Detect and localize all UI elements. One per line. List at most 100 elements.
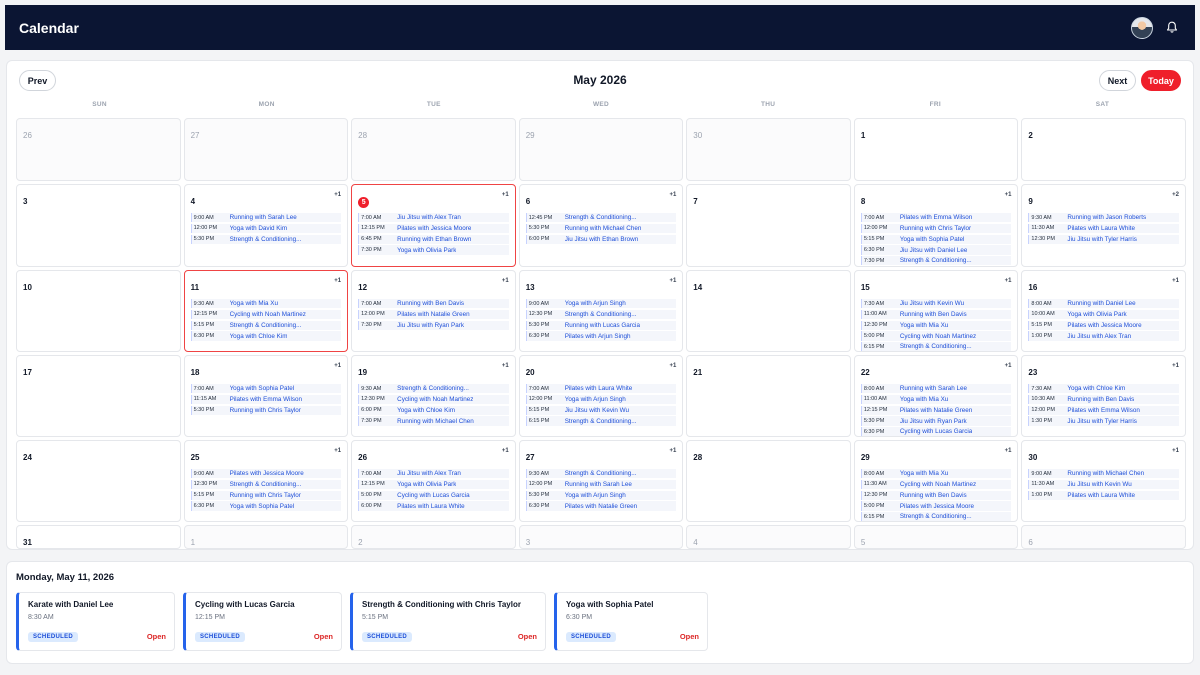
more-events-link[interactable]: +1 xyxy=(502,363,509,369)
event-item[interactable]: 9:30 AM Yoga with Mia Xu xyxy=(190,299,342,309)
day-cell[interactable]: 28 xyxy=(686,440,851,522)
event-item[interactable]: 10:00 AM Yoga with Olivia Park xyxy=(1028,309,1179,320)
day-cell[interactable]: 1 xyxy=(853,118,1019,181)
more-events-link[interactable]: +1 xyxy=(1172,278,1179,284)
more-events-link[interactable]: +1 xyxy=(1005,192,1012,198)
event-item[interactable]: 5:30 PM Running with Lucas Garcia xyxy=(525,320,677,330)
event-item[interactable]: 9:00 AM Running with Sarah Lee xyxy=(190,213,342,223)
event-item[interactable]: 11:00 AM Running with Ben Davis xyxy=(860,309,1012,320)
day-cell[interactable]: 8 +1 7:00 AM Pilates with Emma Wilson 12:00 … xyxy=(853,184,1019,267)
event-item[interactable]: 9:00 AM Running with Michael Chen xyxy=(1028,469,1179,479)
appointment-card[interactable]: Strength & Conditioning with Chris Taylo… xyxy=(350,592,546,651)
appointment-card[interactable]: Yoga with Sophia Patel 6:30 PM SCHEDULED Op… xyxy=(554,592,708,651)
day-cell[interactable]: 5 xyxy=(853,525,1019,549)
event-item[interactable]: 6:30 PM Pilates with Natalie Green xyxy=(525,501,677,511)
open-appointment-link[interactable]: Open xyxy=(314,632,333,641)
day-cell[interactable]: 6 xyxy=(1021,525,1186,549)
event-item[interactable]: 11:30 AM Cycling with Noah Martinez xyxy=(860,479,1012,490)
day-cell[interactable]: 29 +1 8:00 AM Yoga with Mia Xu 11:30 AM Cycli… xyxy=(853,440,1019,522)
event-item[interactable]: 9:30 AM Strength & Conditioning... xyxy=(525,469,677,479)
event-item[interactable]: 7:30 AM Jiu Jitsu with Kevin Wu xyxy=(860,299,1012,309)
day-cell[interactable]: 7 xyxy=(686,184,851,267)
event-item[interactable]: 5:30 PM Running with Chris Taylor xyxy=(190,405,342,415)
event-item[interactable]: 5:15 PM Running with Chris Taylor xyxy=(190,490,342,500)
event-item[interactable]: 11:15 AM Pilates with Emma Wilson xyxy=(190,394,342,405)
day-cell[interactable]: 10 xyxy=(16,270,181,352)
day-cell[interactable]: 18 +1 7:00 AM Yoga with Sophia Patel 11:15 A… xyxy=(183,355,349,437)
day-cell[interactable]: 9 +2 9:30 AM Running with Jason Roberts 11:3… xyxy=(1021,184,1186,267)
day-cell[interactable]: 27 +1 9:30 AM Strength & Conditioning... 12:… xyxy=(518,440,684,522)
event-item[interactable]: 12:15 PM Yoga with Olivia Park xyxy=(358,479,509,490)
appointment-card[interactable]: Karate with Daniel Lee 8:30 AM SCHEDULED Op… xyxy=(16,592,175,651)
event-item[interactable]: 7:00 AM Jiu Jitsu with Alex Tran xyxy=(358,213,509,223)
day-cell[interactable]: 19 +1 9:30 AM Strength & Conditioning... 12:… xyxy=(351,355,516,437)
today-button[interactable]: Today xyxy=(1141,70,1181,91)
day-cell[interactable]: 29 xyxy=(518,118,684,181)
event-item[interactable]: 11:00 AM Yoga with Mia Xu xyxy=(860,394,1012,405)
day-cell[interactable]: 23 +1 7:30 AM Yoga with Chloe Kim 10:30 AM Ru… xyxy=(1021,355,1186,437)
open-appointment-link[interactable]: Open xyxy=(680,632,699,641)
event-item[interactable]: 5:30 PM Yoga with Arjun Singh xyxy=(525,490,677,500)
event-item[interactable]: 8:00 AM Running with Daniel Lee xyxy=(1028,299,1179,309)
event-item[interactable]: 5:30 PM Jiu Jitsu with Ryan Park xyxy=(860,416,1012,426)
event-item[interactable]: 9:30 AM Strength & Conditioning... xyxy=(358,384,509,394)
more-events-link[interactable]: +2 xyxy=(1172,192,1179,198)
more-events-link[interactable]: +1 xyxy=(334,448,341,454)
event-item[interactable]: 6:30 PM Pilates with Arjun Singh xyxy=(525,331,677,341)
event-item[interactable]: 8:00 AM Yoga with Mia Xu xyxy=(860,469,1012,479)
event-item[interactable]: 12:30 PM Jiu Jitsu with Tyler Harris xyxy=(1028,234,1179,244)
day-cell[interactable]: 2 xyxy=(1021,118,1186,181)
day-cell[interactable]: 3 xyxy=(16,184,181,267)
day-cell[interactable]: 6 +1 12:45 PM Strength & Conditioning... 5:3… xyxy=(518,184,684,267)
event-item[interactable]: 12:00 PM Yoga with Arjun Singh xyxy=(525,394,677,405)
day-cell[interactable]: 28 xyxy=(351,118,516,181)
event-item[interactable]: 1:00 PM Pilates with Laura White xyxy=(1028,490,1179,500)
event-item[interactable]: 12:30 PM Running with Ben Davis xyxy=(860,490,1012,500)
event-item[interactable]: 12:15 PM Pilates with Natalie Green xyxy=(860,405,1012,415)
day-cell[interactable]: 1 xyxy=(183,525,349,549)
day-cell[interactable]: 26 xyxy=(16,118,181,181)
event-item[interactable]: 6:15 PM Strength & Conditioning... xyxy=(860,512,1012,521)
open-appointment-link[interactable]: Open xyxy=(147,632,166,641)
event-item[interactable]: 9:30 AM Running with Jason Roberts xyxy=(1028,213,1179,223)
more-events-link[interactable]: +1 xyxy=(334,192,341,198)
event-item[interactable]: 5:30 PM Running with Michael Chen xyxy=(525,223,677,234)
event-item[interactable]: 7:00 AM Pilates with Emma Wilson xyxy=(860,213,1012,223)
day-cell[interactable]: 30 +1 9:00 AM Running with Michael Chen 11:3… xyxy=(1021,440,1186,522)
event-item[interactable]: 7:30 PM Yoga with Olivia Park xyxy=(358,245,509,255)
event-item[interactable]: 12:30 PM Strength & Conditioning... xyxy=(525,309,677,320)
day-cell[interactable]: 5 +1 7:00 AM Jiu Jitsu with Alex Tran 12:15 … xyxy=(351,184,516,267)
event-item[interactable]: 5:00 PM Cycling with Noah Martinez xyxy=(860,331,1012,341)
event-item[interactable]: 6:45 PM Running with Ethan Brown xyxy=(358,234,509,244)
event-item[interactable]: 6:30 PM Jiu Jitsu with Daniel Lee xyxy=(860,245,1012,255)
more-events-link[interactable]: +1 xyxy=(669,278,676,284)
event-item[interactable]: 11:30 AM Pilates with Laura White xyxy=(1028,223,1179,234)
event-item[interactable]: 5:30 PM Strength & Conditioning... xyxy=(190,234,342,244)
event-item[interactable]: 12:00 PM Yoga with David Kim xyxy=(190,223,342,234)
event-item[interactable]: 7:00 AM Yoga with Sophia Patel xyxy=(190,384,342,394)
more-events-link[interactable]: +1 xyxy=(1005,363,1012,369)
event-item[interactable]: 5:15 PM Strength & Conditioning... xyxy=(190,320,342,330)
event-item[interactable]: 1:00 PM Jiu Jitsu with Alex Tran xyxy=(1028,331,1179,341)
more-events-link[interactable]: +1 xyxy=(669,192,676,198)
more-events-link[interactable]: +1 xyxy=(334,278,341,284)
event-item[interactable]: 6:30 PM Yoga with Sophia Patel xyxy=(190,501,342,511)
day-cell[interactable]: 4 xyxy=(686,525,851,549)
event-item[interactable]: 11:30 AM Jiu Jitsu with Kevin Wu xyxy=(1028,479,1179,490)
bell-icon[interactable] xyxy=(1163,19,1181,37)
day-cell[interactable]: 13 +1 9:00 AM Yoga with Arjun Singh 12:30 PM… xyxy=(518,270,684,352)
event-item[interactable]: 6:00 PM Yoga with Chloe Kim xyxy=(358,405,509,415)
day-cell[interactable]: 4 +1 9:00 AM Running with Sarah Lee 12:00 PM… xyxy=(183,184,349,267)
event-item[interactable]: 7:00 AM Jiu Jitsu with Alex Tran xyxy=(358,469,509,479)
more-events-link[interactable]: +1 xyxy=(1005,278,1012,284)
day-cell[interactable]: 17 xyxy=(16,355,181,437)
appointment-card[interactable]: Cycling with Lucas Garcia 12:15 PM SCHEDUL… xyxy=(183,592,342,651)
more-events-link[interactable]: +1 xyxy=(669,448,676,454)
event-item[interactable]: 5:15 PM Yoga with Sophia Patel xyxy=(860,234,1012,244)
day-cell[interactable]: 3 xyxy=(518,525,684,549)
event-item[interactable]: 12:00 PM Pilates with Natalie Green xyxy=(358,309,509,320)
avatar[interactable] xyxy=(1131,16,1153,39)
event-item[interactable]: 6:30 PM Cycling with Lucas Garcia xyxy=(860,427,1012,436)
event-item[interactable]: 8:00 AM Running with Sarah Lee xyxy=(860,384,1012,394)
next-month-button[interactable]: Next xyxy=(1099,70,1136,91)
